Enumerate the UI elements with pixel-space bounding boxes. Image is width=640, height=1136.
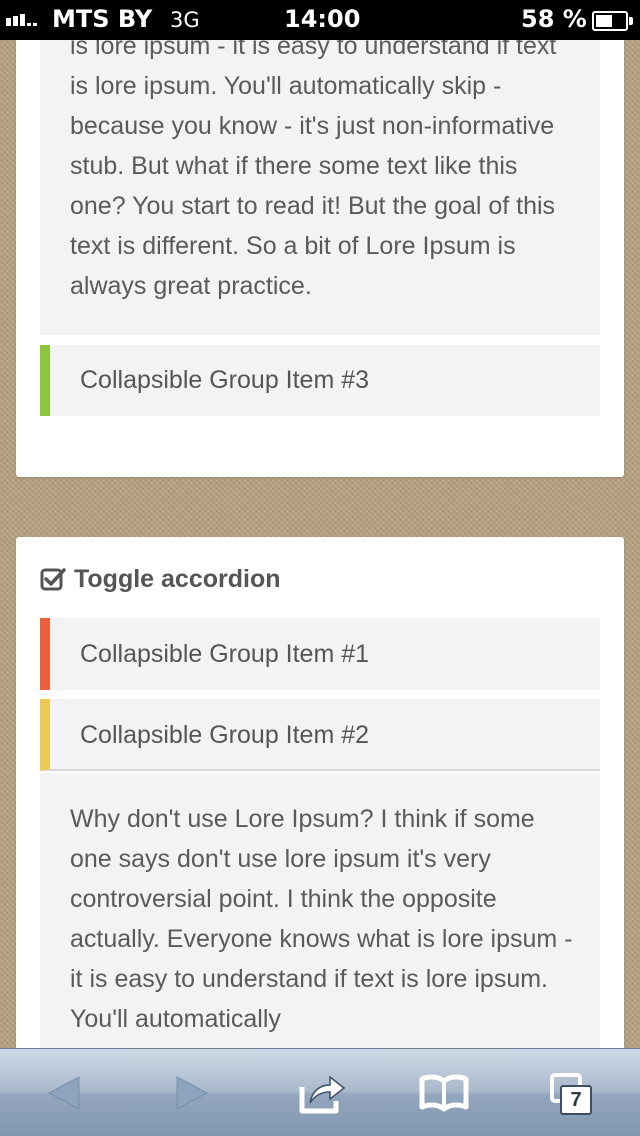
bookmarks-icon[interactable] — [414, 1069, 474, 1117]
tabs-icon[interactable]: 7 — [540, 1069, 600, 1117]
collapsible-group-item-3[interactable]: Collapsible Group Item #3 — [40, 345, 600, 416]
battery-percent: 58 % — [521, 5, 587, 33]
carrier-name: MTS BY — [52, 5, 153, 33]
battery-icon — [592, 11, 633, 31]
panel-body-text: Why don't use Lore Ipsum? I think if som… — [70, 805, 573, 1033]
back-arrow-icon[interactable] — [34, 1069, 94, 1117]
clock: 14:00 — [284, 5, 361, 33]
signal-strength-icon — [6, 14, 37, 26]
browser-toolbar: 7 — [0, 1048, 640, 1136]
tab-count-badge: 7 — [560, 1085, 592, 1115]
forward-arrow-icon[interactable] — [162, 1069, 222, 1117]
collapsible-group-item-1[interactable]: Collapsible Group Item #1 — [40, 618, 600, 690]
share-icon[interactable] — [292, 1069, 352, 1117]
toggle-accordion-card: Toggle accordion Collapsible Group Item … — [16, 537, 624, 1097]
card-title-text: Toggle accordion — [74, 565, 281, 593]
accordion-card: is lore ipsum - it is easy to understand… — [16, 20, 624, 477]
card-title: Toggle accordion — [40, 563, 281, 595]
check-square-icon — [40, 568, 66, 591]
panel-body-text: is lore ipsum - it is easy to understand… — [70, 32, 557, 300]
collapsible-group-item-2[interactable]: Collapsible Group Item #2 — [40, 699, 600, 771]
status-bar: MTS BY 3G 14:00 58 % — [0, 0, 640, 40]
network-type: 3G — [170, 8, 200, 32]
accordion-panel-body: is lore ipsum - it is easy to understand… — [40, 20, 600, 335]
